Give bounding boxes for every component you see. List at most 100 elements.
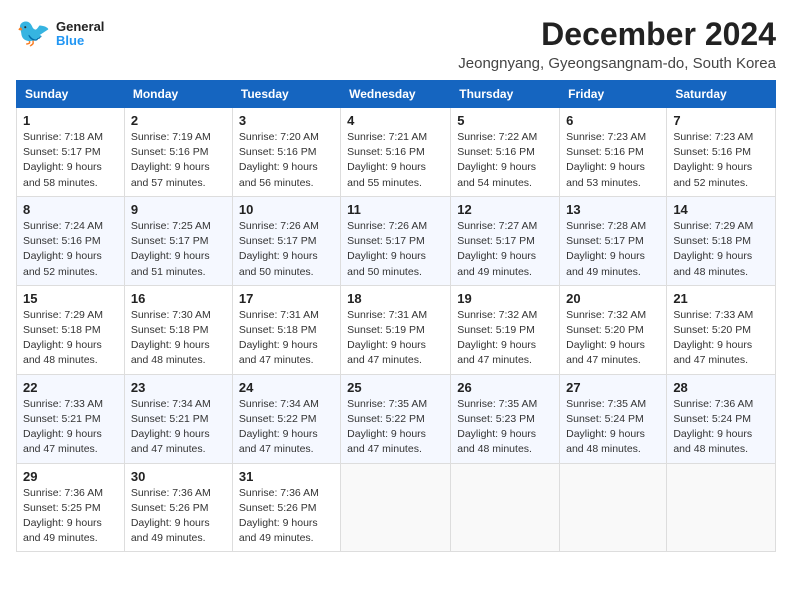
- day-info: Sunrise: 7:21 AMSunset: 5:16 PMDaylight:…: [347, 130, 444, 191]
- calendar-cell: 5 Sunrise: 7:22 AMSunset: 5:16 PMDaylight…: [451, 108, 560, 197]
- day-number: 9: [131, 202, 226, 217]
- day-number: 12: [457, 202, 553, 217]
- day-number: 21: [673, 291, 769, 306]
- day-info: Sunrise: 7:18 AMSunset: 5:17 PMDaylight:…: [23, 130, 118, 191]
- calendar-cell: 24 Sunrise: 7:34 AMSunset: 5:22 PMDayligh…: [232, 374, 340, 463]
- day-number: 5: [457, 113, 553, 128]
- day-info: Sunrise: 7:32 AMSunset: 5:20 PMDaylight:…: [566, 308, 660, 369]
- day-info: Sunrise: 7:19 AMSunset: 5:16 PMDaylight:…: [131, 130, 226, 191]
- weekday-header-friday: Friday: [560, 81, 667, 108]
- calendar-cell: [341, 463, 451, 552]
- calendar-cell: 19 Sunrise: 7:32 AMSunset: 5:19 PMDayligh…: [451, 285, 560, 374]
- day-info: Sunrise: 7:34 AMSunset: 5:21 PMDaylight:…: [131, 397, 226, 458]
- day-number: 20: [566, 291, 660, 306]
- weekday-header-thursday: Thursday: [451, 81, 560, 108]
- day-number: 13: [566, 202, 660, 217]
- day-info: Sunrise: 7:32 AMSunset: 5:19 PMDaylight:…: [457, 308, 553, 369]
- day-number: 15: [23, 291, 118, 306]
- weekday-header-tuesday: Tuesday: [232, 81, 340, 108]
- day-number: 30: [131, 469, 226, 484]
- day-number: 16: [131, 291, 226, 306]
- logo: 🐦 General Blue: [16, 16, 104, 52]
- calendar-cell: 30 Sunrise: 7:36 AMSunset: 5:26 PMDayligh…: [124, 463, 232, 552]
- day-info: Sunrise: 7:36 AMSunset: 5:24 PMDaylight:…: [673, 397, 769, 458]
- day-number: 14: [673, 202, 769, 217]
- calendar-cell: 11 Sunrise: 7:26 AMSunset: 5:17 PMDayligh…: [341, 196, 451, 285]
- logo-label: General Blue: [56, 20, 104, 49]
- day-info: Sunrise: 7:35 AMSunset: 5:22 PMDaylight:…: [347, 397, 444, 458]
- day-info: Sunrise: 7:33 AMSunset: 5:21 PMDaylight:…: [23, 397, 118, 458]
- weekday-header-saturday: Saturday: [667, 81, 776, 108]
- calendar-cell: [667, 463, 776, 552]
- calendar-cell: 12 Sunrise: 7:27 AMSunset: 5:17 PMDayligh…: [451, 196, 560, 285]
- day-number: 11: [347, 202, 444, 217]
- day-info: Sunrise: 7:26 AMSunset: 5:17 PMDaylight:…: [347, 219, 444, 280]
- day-info: Sunrise: 7:28 AMSunset: 5:17 PMDaylight:…: [566, 219, 660, 280]
- day-info: Sunrise: 7:25 AMSunset: 5:17 PMDaylight:…: [131, 219, 226, 280]
- day-number: 1: [23, 113, 118, 128]
- calendar-cell: 4 Sunrise: 7:21 AMSunset: 5:16 PMDaylight…: [341, 108, 451, 197]
- calendar-cell: [560, 463, 667, 552]
- calendar-cell: 18Sunrise: 7:31 AMSunset: 5:19 PMDayligh…: [341, 285, 451, 374]
- calendar-cell: 22 Sunrise: 7:33 AMSunset: 5:21 PMDayligh…: [17, 374, 125, 463]
- day-info: Sunrise: 7:35 AMSunset: 5:23 PMDaylight:…: [457, 397, 553, 458]
- day-number: 3: [239, 113, 334, 128]
- day-number: 26: [457, 380, 553, 395]
- calendar-cell: 26 Sunrise: 7:35 AMSunset: 5:23 PMDayligh…: [451, 374, 560, 463]
- day-number: 6: [566, 113, 660, 128]
- day-number: 19: [457, 291, 553, 306]
- day-info: Sunrise: 7:29 AMSunset: 5:18 PMDaylight:…: [23, 308, 118, 369]
- day-number: 23: [131, 380, 226, 395]
- day-number: 4: [347, 113, 444, 128]
- day-number: 2: [131, 113, 226, 128]
- day-info: Sunrise: 7:20 AMSunset: 5:16 PMDaylight:…: [239, 130, 334, 191]
- calendar-table: SundayMondayTuesdayWednesdayThursdayFrid…: [16, 80, 776, 552]
- calendar-cell: 25 Sunrise: 7:35 AMSunset: 5:22 PMDayligh…: [341, 374, 451, 463]
- header: 🐦 General Blue December 2024 Jeongnyang,…: [16, 16, 776, 72]
- calendar-cell: 3 Sunrise: 7:20 AMSunset: 5:16 PMDaylight…: [232, 108, 340, 197]
- calendar-cell: 9 Sunrise: 7:25 AMSunset: 5:17 PMDaylight…: [124, 196, 232, 285]
- calendar-cell: 29Sunrise: 7:36 AMSunset: 5:25 PMDayligh…: [17, 463, 125, 552]
- week-row-1: 1 Sunrise: 7:18 AMSunset: 5:17 PMDaylight…: [17, 108, 776, 197]
- svg-text:🐦: 🐦: [16, 17, 51, 48]
- calendar-cell: 27Sunrise: 7:35 AMSunset: 5:24 PMDayligh…: [560, 374, 667, 463]
- day-number: 22: [23, 380, 118, 395]
- calendar-cell: 13 Sunrise: 7:28 AMSunset: 5:17 PMDayligh…: [560, 196, 667, 285]
- calendar-title: December 2024: [458, 16, 776, 53]
- day-info: Sunrise: 7:31 AMSunset: 5:18 PMDaylight:…: [239, 308, 334, 369]
- week-row-2: 8Sunrise: 7:24 AMSunset: 5:16 PMDaylight…: [17, 196, 776, 285]
- calendar-cell: 21 Sunrise: 7:33 AMSunset: 5:20 PMDayligh…: [667, 285, 776, 374]
- day-info: Sunrise: 7:36 AMSunset: 5:25 PMDaylight:…: [23, 486, 118, 547]
- calendar-cell: 17Sunrise: 7:31 AMSunset: 5:18 PMDayligh…: [232, 285, 340, 374]
- calendar-cell: 7Sunrise: 7:23 AMSunset: 5:16 PMDaylight…: [667, 108, 776, 197]
- day-info: Sunrise: 7:23 AMSunset: 5:16 PMDaylight:…: [566, 130, 660, 191]
- title-area: December 2024 Jeongnyang, Gyeongsangnam-…: [458, 16, 776, 72]
- day-number: 24: [239, 380, 334, 395]
- day-info: Sunrise: 7:26 AMSunset: 5:17 PMDaylight:…: [239, 219, 334, 280]
- day-number: 18: [347, 291, 444, 306]
- calendar-cell: 14Sunrise: 7:29 AMSunset: 5:18 PMDayligh…: [667, 196, 776, 285]
- day-number: 25: [347, 380, 444, 395]
- day-info: Sunrise: 7:35 AMSunset: 5:24 PMDaylight:…: [566, 397, 660, 458]
- calendar-cell: 20 Sunrise: 7:32 AMSunset: 5:20 PMDayligh…: [560, 285, 667, 374]
- week-row-5: 29Sunrise: 7:36 AMSunset: 5:25 PMDayligh…: [17, 463, 776, 552]
- week-row-3: 15 Sunrise: 7:29 AMSunset: 5:18 PMDayligh…: [17, 285, 776, 374]
- calendar-cell: 2 Sunrise: 7:19 AMSunset: 5:16 PMDaylight…: [124, 108, 232, 197]
- weekday-header-sunday: Sunday: [17, 81, 125, 108]
- day-info: Sunrise: 7:33 AMSunset: 5:20 PMDaylight:…: [673, 308, 769, 369]
- calendar-cell: 31Sunrise: 7:36 AMSunset: 5:26 PMDayligh…: [232, 463, 340, 552]
- weekday-header-monday: Monday: [124, 81, 232, 108]
- day-info: Sunrise: 7:22 AMSunset: 5:16 PMDaylight:…: [457, 130, 553, 191]
- calendar-cell: 6 Sunrise: 7:23 AMSunset: 5:16 PMDaylight…: [560, 108, 667, 197]
- calendar-cell: [451, 463, 560, 552]
- calendar-cell: 23 Sunrise: 7:34 AMSunset: 5:21 PMDayligh…: [124, 374, 232, 463]
- day-info: Sunrise: 7:23 AMSunset: 5:16 PMDaylight:…: [673, 130, 769, 191]
- week-row-4: 22 Sunrise: 7:33 AMSunset: 5:21 PMDayligh…: [17, 374, 776, 463]
- calendar-cell: 16Sunrise: 7:30 AMSunset: 5:18 PMDayligh…: [124, 285, 232, 374]
- day-info: Sunrise: 7:27 AMSunset: 5:17 PMDaylight:…: [457, 219, 553, 280]
- day-info: Sunrise: 7:36 AMSunset: 5:26 PMDaylight:…: [131, 486, 226, 547]
- calendar-cell: 8Sunrise: 7:24 AMSunset: 5:16 PMDaylight…: [17, 196, 125, 285]
- calendar-cell: 15 Sunrise: 7:29 AMSunset: 5:18 PMDayligh…: [17, 285, 125, 374]
- day-info: Sunrise: 7:34 AMSunset: 5:22 PMDaylight:…: [239, 397, 334, 458]
- calendar-subtitle: Jeongnyang, Gyeongsangnam-do, South Kore…: [458, 55, 776, 72]
